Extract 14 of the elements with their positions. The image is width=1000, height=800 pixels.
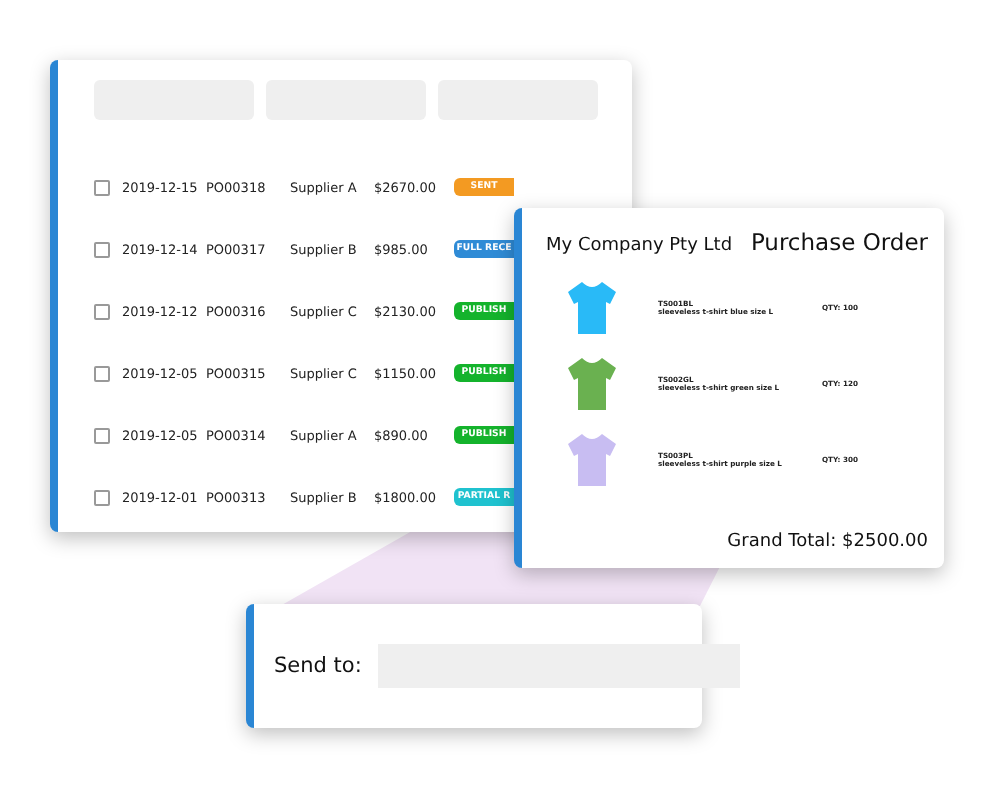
row-checkbox[interactable] (94, 241, 110, 257)
send-to-field[interactable] (377, 644, 740, 688)
row-checkbox[interactable] (94, 303, 110, 319)
row-checkbox[interactable] (94, 489, 110, 505)
document-title: Purchase Order (750, 228, 928, 256)
send-to-label: Send to: (274, 654, 362, 678)
t-shirt-icon (566, 280, 618, 336)
grand-total: Grand Total: $2500.00 (727, 532, 928, 552)
t-shirt-icon (566, 432, 618, 488)
t-shirt-icon (566, 356, 618, 412)
company-name: My Company Pty Ltd (546, 236, 733, 256)
row-checkbox[interactable] (94, 365, 110, 381)
row-checkbox[interactable] (94, 427, 110, 443)
row-checkbox[interactable] (94, 179, 110, 195)
